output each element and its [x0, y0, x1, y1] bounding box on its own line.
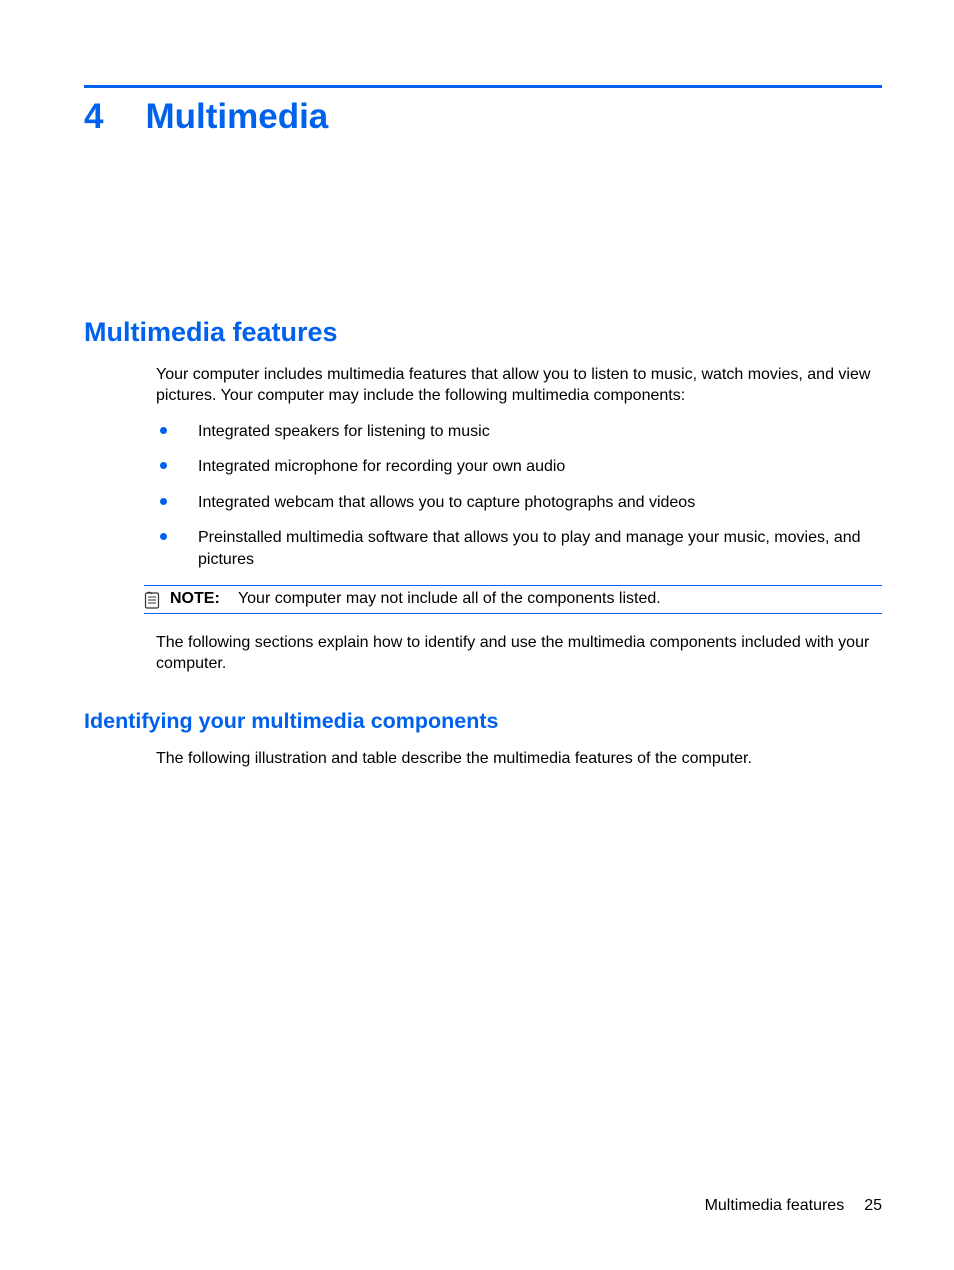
note-icon [144, 591, 162, 609]
intro-paragraph: Your computer includes multimedia featur… [156, 364, 882, 407]
subsection-heading: Identifying your multimedia components [84, 709, 882, 734]
chapter-number: 4 [84, 98, 103, 137]
page-footer: Multimedia features 25 [705, 1197, 882, 1215]
footer-page-number: 25 [864, 1197, 882, 1215]
chapter-title: Multimedia [145, 98, 328, 137]
section-body: Your computer includes multimedia featur… [156, 364, 882, 571]
paragraph: The following sections explain how to id… [156, 632, 882, 675]
chapter-rule [84, 85, 882, 88]
list-item: Integrated speakers for listening to mus… [156, 421, 882, 443]
bullet-list: Integrated speakers for listening to mus… [156, 421, 882, 571]
note-label: NOTE: [170, 590, 220, 607]
note-content: NOTE: Your computer may not include all … [170, 590, 882, 608]
list-item: Preinstalled multimedia software that al… [156, 527, 882, 570]
note-text: Your computer may not include all of the… [238, 590, 661, 607]
note-box: NOTE: Your computer may not include all … [144, 585, 882, 614]
list-item: Integrated webcam that allows you to cap… [156, 492, 882, 514]
footer-section-name: Multimedia features [705, 1197, 845, 1215]
after-note-body: The following sections explain how to id… [156, 632, 882, 675]
paragraph: The following illustration and table des… [156, 748, 882, 770]
subsection-body: The following illustration and table des… [156, 748, 882, 770]
chapter-heading: 4 Multimedia [84, 98, 882, 137]
section-heading: Multimedia features [84, 317, 882, 348]
page: 4 Multimedia Multimedia features Your co… [0, 0, 954, 1270]
list-item: Integrated microphone for recording your… [156, 456, 882, 478]
